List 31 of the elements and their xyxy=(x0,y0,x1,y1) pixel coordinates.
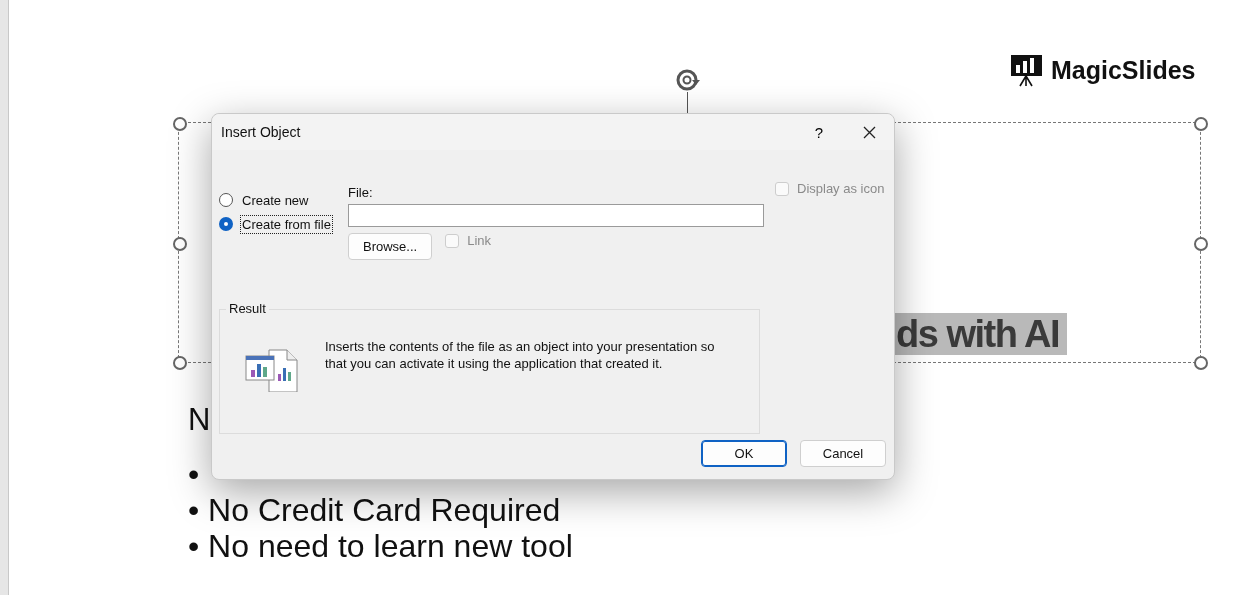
resize-handle[interactable] xyxy=(173,237,187,251)
resize-handle[interactable] xyxy=(1194,237,1208,251)
resize-handle[interactable] xyxy=(173,117,187,131)
logo-text: MagicSlides xyxy=(1051,56,1196,85)
rotate-icon[interactable] xyxy=(675,67,701,93)
radio-label[interactable]: Create new xyxy=(240,190,311,210)
close-icon xyxy=(862,125,876,139)
bullet-point: • xyxy=(188,456,201,492)
cancel-button[interactable]: Cancel xyxy=(800,440,886,467)
group-label: Result xyxy=(226,301,269,316)
browse-button[interactable]: Browse... xyxy=(348,233,433,260)
file-input-field[interactable] xyxy=(348,204,764,227)
resize-handle[interactable] xyxy=(1194,117,1208,131)
slide-title: ds with AI xyxy=(894,313,1068,355)
radio-button[interactable] xyxy=(219,193,233,207)
resize-handle[interactable] xyxy=(1194,356,1208,370)
embedded-chart-document-icon xyxy=(245,348,299,392)
checkbox-label: Display as icon xyxy=(797,181,885,196)
ok-button[interactable]: OK xyxy=(701,440,787,467)
field-label: File: xyxy=(348,185,374,199)
radio-button[interactable] xyxy=(219,217,233,231)
slide-heading: N xyxy=(188,402,211,438)
bullet-point: • No need to learn new tool xyxy=(188,528,573,564)
presentation-easel-icon xyxy=(1010,54,1043,87)
dialog-title: Insert Object xyxy=(221,124,302,140)
result-description: Inserts the contents of the file as an object into your presentation so that you can activate it using the application that created it. xyxy=(325,338,716,372)
bullet-point: • No Credit Card Required xyxy=(188,492,562,528)
checkbox-label: Link xyxy=(467,233,492,248)
help-button[interactable]: ? xyxy=(794,114,844,150)
radio-label[interactable]: Create from file xyxy=(240,214,333,234)
resize-handle[interactable] xyxy=(173,356,187,370)
